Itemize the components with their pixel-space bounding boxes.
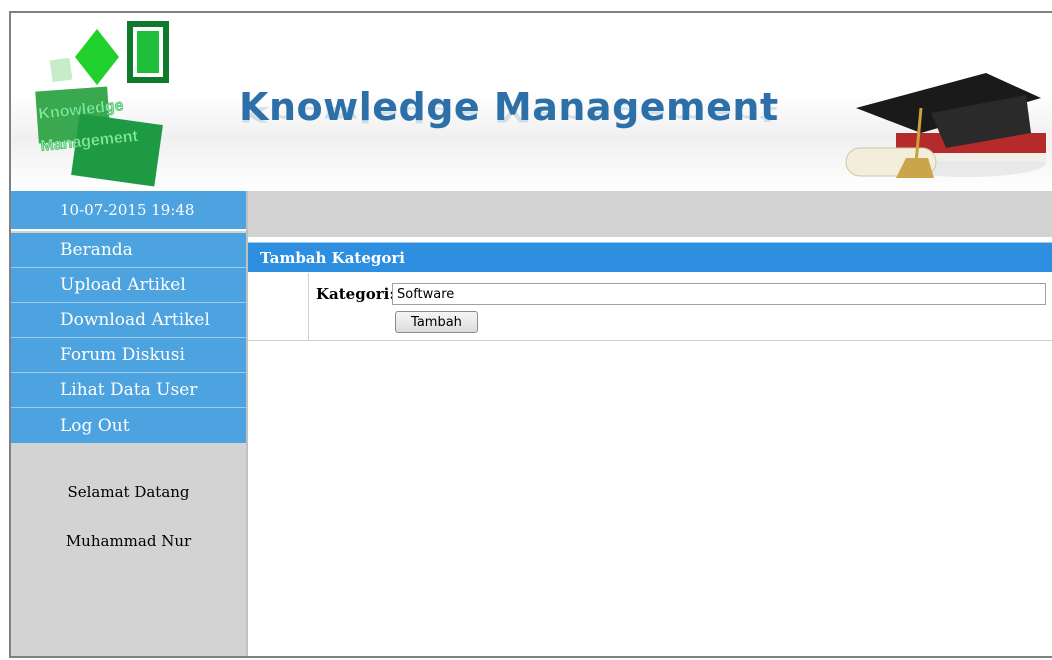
menu-item-lihat-data-user[interactable]: Lihat Data User xyxy=(11,373,246,408)
kategori-label: Kategori: xyxy=(316,285,395,303)
menu-item-beranda[interactable]: Beranda xyxy=(11,233,246,268)
main-menu: Beranda Upload Artikel Download Artikel … xyxy=(11,233,246,443)
form-divider xyxy=(308,273,309,341)
kategori-input[interactable] xyxy=(392,283,1046,305)
add-category-form: Kategori: Tambah xyxy=(248,273,1052,341)
menu-item-download-artikel[interactable]: Download Artikel xyxy=(11,303,246,338)
app-window: Knowledge Management Knowledge Managemen… xyxy=(9,11,1052,658)
welcome-text: Selamat Datang xyxy=(67,483,190,501)
main-top-bar xyxy=(248,191,1052,237)
datetime-display: 10-07-2015 19:48 xyxy=(11,191,246,231)
tambah-button[interactable]: Tambah xyxy=(395,311,478,333)
header-banner: Knowledge Management Knowledge Managemen… xyxy=(11,13,1052,192)
menu-item-log-out[interactable]: Log Out xyxy=(11,408,246,443)
menu-item-upload-artikel[interactable]: Upload Artikel xyxy=(11,268,246,303)
username-text: Muhammad Nur xyxy=(65,532,192,550)
sidebar: 10-07-2015 19:48 Beranda Upload Artikel … xyxy=(11,191,246,656)
knowledge-management-logo: Knowledge Management xyxy=(35,21,169,187)
panel-title: Tambah Kategori xyxy=(248,242,1052,272)
site-title-reflection: Knowledge Management xyxy=(239,101,779,126)
graduation-cap-icon xyxy=(845,73,1046,178)
menu-item-forum-diskusi[interactable]: Forum Diskusi xyxy=(11,338,246,373)
